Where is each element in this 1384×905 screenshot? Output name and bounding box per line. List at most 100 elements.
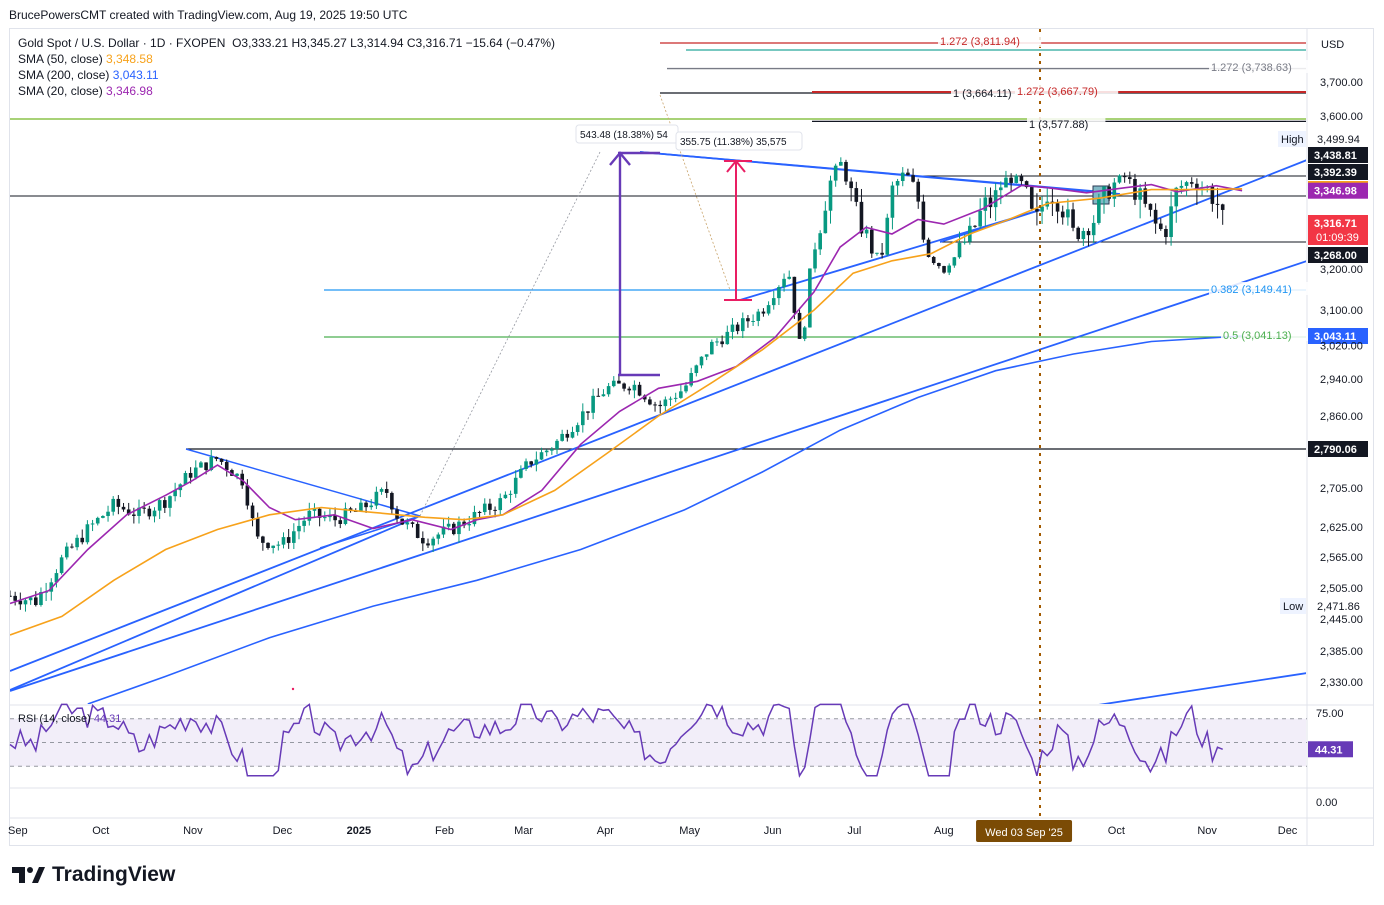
candle-body	[586, 411, 590, 413]
candle-body	[844, 161, 848, 182]
candle-body	[70, 546, 74, 548]
candle-body	[916, 181, 921, 202]
candle-body	[1086, 231, 1091, 236]
candle-body	[90, 523, 95, 525]
countdown-label: 01:09:39	[1316, 232, 1359, 244]
rsi-legend[interactable]: RSI (14, close) 44.31	[18, 713, 121, 725]
price-tick-label: 3,700.00	[1320, 77, 1363, 89]
cursor-date-label: Wed 03 Sep '25	[985, 827, 1063, 839]
candle-body	[1081, 231, 1086, 240]
candle-body	[627, 388, 632, 391]
legend-symbol-row[interactable]: Gold Spot / U.S. Dollar · 1D · FXOPEN O3…	[18, 35, 555, 51]
candle-body	[1189, 182, 1194, 184]
annotation-layer: 543.48 (18.38%) 54 355.75 (11.38%) 35,575…	[291, 29, 1368, 818]
sma-line	[10, 188, 1243, 636]
candle-body	[699, 356, 704, 366]
candle-body	[864, 229, 869, 234]
candle-body	[250, 505, 255, 519]
candle-body	[307, 510, 312, 521]
candle-body	[756, 311, 761, 321]
rsi-value: 44.31	[93, 713, 122, 725]
high-tag: High	[1281, 134, 1304, 146]
candle-body	[833, 165, 838, 181]
candle-body	[292, 531, 296, 543]
price-tick-label: 2,940.00	[1320, 374, 1363, 386]
candle-body	[95, 517, 100, 524]
sma50-label: SMA (50, close)	[18, 52, 103, 66]
candle-body	[684, 385, 688, 392]
price-chart[interactable]: USD 543.48 (18.38%) 54 355.75 (11.38%) 35…	[0, 0, 1384, 905]
time-tick-label: Nov	[183, 825, 203, 837]
fib-label: 0.382 (3,149.41)	[1211, 284, 1292, 296]
candle-body	[245, 485, 250, 506]
candle-body	[157, 500, 162, 511]
candle-body	[715, 341, 719, 343]
candle-body	[761, 311, 766, 314]
candle-body	[503, 494, 508, 499]
candle-body	[885, 217, 890, 255]
candle-body	[111, 498, 116, 512]
time-tick-label: Dec	[273, 825, 293, 837]
candle-body	[529, 461, 534, 465]
time-tick-label: Feb	[435, 825, 454, 837]
candle-body	[751, 320, 755, 322]
candle-body	[911, 175, 915, 182]
price-tick-label: 3,600.00	[1320, 111, 1363, 123]
candle-body	[482, 503, 487, 513]
candle-body	[488, 503, 492, 510]
candle-body	[384, 489, 389, 493]
tradingview-logo[interactable]: TradingView	[12, 863, 175, 887]
sma-line	[10, 183, 1243, 605]
candle-body	[302, 520, 306, 526]
price-tick-label: 2,625.00	[1320, 522, 1363, 534]
measure-label: 355.75 (11.38%) 35,575	[680, 137, 787, 148]
price-badge-label: 2,790.06	[1314, 444, 1357, 456]
candle-body	[581, 411, 585, 426]
candle-body	[59, 557, 64, 574]
sma50-value: 3,348.58	[106, 52, 153, 66]
candle-body	[1055, 203, 1060, 212]
candle-body	[64, 546, 69, 558]
legend-sma50[interactable]: SMA (50, close) 3,348.58	[18, 51, 555, 67]
candle-body	[637, 384, 642, 396]
candle-body	[338, 520, 343, 524]
price-badge-label: 3,438.81	[1314, 150, 1357, 162]
legend-sma20[interactable]: SMA (20, close) 3,346.98	[18, 83, 555, 99]
rsi-tick-label: 0.00	[1316, 797, 1337, 809]
currency-label: USD	[1321, 39, 1344, 51]
low-value: 2,471.86	[1317, 601, 1360, 613]
candle-body	[286, 537, 291, 543]
price-tick-label: 2,505.00	[1320, 583, 1363, 595]
candle-body	[544, 450, 549, 453]
candle-body	[508, 493, 513, 495]
candle-body	[720, 341, 724, 345]
legend-sma200[interactable]: SMA (200, close) 3,043.11	[18, 67, 555, 83]
candle-body	[183, 472, 188, 485]
candle-body	[725, 331, 730, 345]
candle-body	[34, 597, 38, 605]
candle-body	[266, 542, 270, 548]
candles-layer	[10, 157, 1225, 612]
candle-body	[204, 462, 208, 471]
candle-body	[101, 516, 105, 518]
candle-body	[142, 507, 146, 509]
candle-body	[80, 537, 85, 543]
candle-body	[802, 327, 807, 339]
time-axis[interactable]: Sep Oct Nov Dec 2025 Feb Mar Apr May Jun Jul Aug Wed…	[8, 820, 1298, 842]
candle-body	[746, 318, 750, 322]
candle-body	[436, 534, 441, 539]
candle-body	[369, 505, 374, 508]
candle-body	[199, 462, 203, 468]
candle-body	[10, 595, 12, 597]
candle-body	[937, 263, 941, 267]
sma-layer	[10, 183, 1243, 704]
candle-body	[735, 324, 740, 332]
candle-body	[906, 172, 910, 176]
candle-body	[1091, 222, 1096, 236]
candle-body	[880, 252, 884, 255]
sma200-value: 3,043.11	[112, 68, 159, 82]
trend-line	[1098, 672, 1306, 704]
candle-body	[1138, 188, 1142, 200]
price-badge-label: 3,346.98	[1314, 186, 1357, 198]
candle-body	[710, 341, 714, 355]
